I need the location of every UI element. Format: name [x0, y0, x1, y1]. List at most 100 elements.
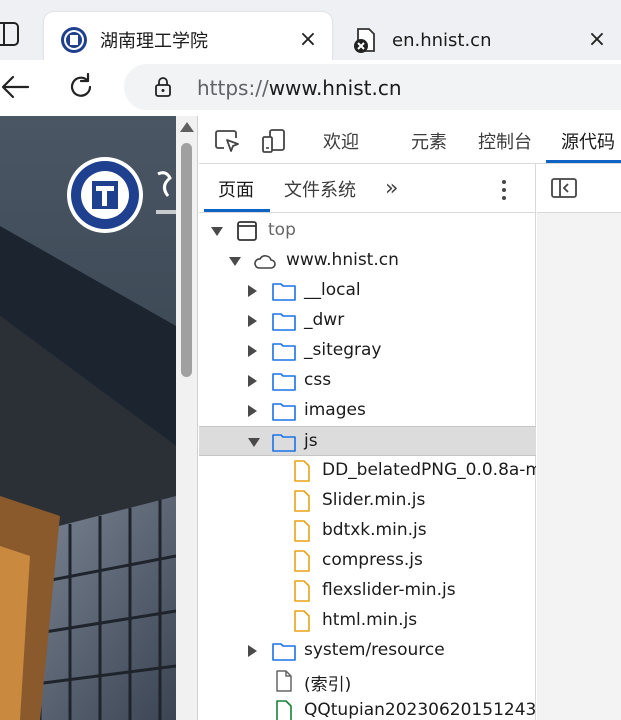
js-file-icon: [294, 460, 310, 482]
tree-item-label: html.min.js: [322, 610, 418, 630]
tree-item-label: images: [304, 400, 366, 420]
tree-item[interactable]: Slider.min.js: [199, 486, 536, 516]
tree-item[interactable]: flexslider-min.js: [199, 576, 536, 606]
back-arrow-icon[interactable]: [0, 72, 30, 102]
tab-filesystem[interactable]: 文件系统: [284, 176, 356, 202]
tree-item-label: _dwr: [304, 310, 345, 330]
more-tabs-chevron-icon[interactable]: »: [385, 176, 398, 201]
tree-item[interactable]: QQtupian20230620151243.jpg: [199, 696, 536, 720]
tree-item-label: Slider.min.js: [322, 490, 426, 510]
cloud-icon: [254, 255, 276, 269]
tab-actions-icon[interactable]: [0, 20, 22, 48]
tab-sources[interactable]: 源代码: [561, 128, 615, 154]
active-tab-indicator: [546, 160, 621, 163]
document-icon: [276, 670, 292, 692]
tab-close-icon[interactable]: ×: [296, 28, 320, 52]
tree-item-label: system/resource: [304, 640, 445, 660]
device-emulation-icon[interactable]: [261, 128, 287, 154]
js-file-icon: [294, 610, 310, 632]
js-file-icon: [294, 550, 310, 572]
folder-icon: [272, 373, 296, 391]
expand-arrow-down-icon[interactable]: [211, 227, 223, 236]
tree-item-label: _sitegray: [304, 340, 382, 360]
tree-item[interactable]: bdtxk.min.js: [199, 516, 536, 546]
tab-close-icon[interactable]: ×: [585, 28, 609, 52]
folder-icon: [272, 643, 296, 661]
lock-icon[interactable]: [152, 76, 174, 98]
tree-item[interactable]: system/resource: [199, 636, 536, 666]
tree-item[interactable]: (索引): [199, 666, 536, 696]
browser-tabstrip: 湖南理工学院 × en.hnist.cn ×: [0, 0, 621, 68]
folder-icon: [272, 434, 296, 452]
toggle-navigator-icon[interactable]: [551, 178, 577, 198]
url-host: www.hnist.cn: [268, 76, 402, 100]
tree-item-label: (索引): [304, 675, 352, 695]
expand-arrow-down-icon[interactable]: [229, 257, 241, 266]
folder-icon: [272, 283, 296, 301]
tree-item[interactable]: html.min.js: [199, 606, 536, 636]
expand-arrow-right-icon[interactable]: [248, 375, 257, 387]
tree-item[interactable]: __local: [199, 276, 536, 306]
page-error-favicon-icon: [354, 28, 375, 53]
expand-arrow-down-icon[interactable]: [248, 438, 260, 447]
tab-title: 湖南理工学院: [100, 31, 208, 52]
university-logo: [67, 157, 143, 233]
more-options-icon[interactable]: [497, 178, 511, 202]
tree-item[interactable]: css: [199, 366, 536, 396]
folder-icon: [272, 343, 296, 361]
tree-item-label: top: [268, 220, 296, 240]
navigator-active-indicator: [204, 209, 270, 212]
tree-item-label: bdtxk.min.js: [322, 520, 427, 540]
editor-pane: [537, 164, 621, 720]
tree-item-label: DD_belatedPNG_0.0.8a-min.js: [322, 460, 536, 480]
address-bar[interactable]: https://www.hnist.cn: [124, 64, 621, 110]
tree-item-label: compress.js: [322, 550, 423, 570]
tree-item-label: __local: [304, 280, 361, 300]
expand-arrow-right-icon[interactable]: [248, 345, 257, 357]
web-page-viewport[interactable]: [0, 116, 176, 720]
expand-arrow-right-icon[interactable]: [248, 315, 257, 327]
frame-icon: [237, 221, 257, 241]
folder-icon: [272, 403, 296, 421]
tab-page[interactable]: 页面: [218, 176, 254, 202]
tree-item[interactable]: DD_belatedPNG_0.0.8a-min.js: [199, 456, 536, 486]
tree-item[interactable]: js: [199, 426, 536, 456]
url-scheme: https://: [197, 76, 269, 100]
scroll-up-icon[interactable]: [180, 122, 194, 132]
tree-item-label: css: [304, 370, 332, 390]
hnist-favicon-icon: [61, 27, 87, 53]
image-file-icon: [276, 700, 292, 720]
address-url[interactable]: https://www.hnist.cn: [197, 76, 402, 100]
expand-arrow-right-icon[interactable]: [248, 285, 257, 297]
scrollbar-thumb[interactable]: [181, 143, 192, 377]
browser-toolbar: https://www.hnist.cn: [0, 60, 621, 116]
tree-item[interactable]: top: [199, 216, 536, 246]
tab-elements[interactable]: 元素: [411, 128, 447, 154]
js-file-icon: [294, 580, 310, 602]
tree-item-label: flexslider-min.js: [322, 580, 456, 600]
tree-item-label: QQtupian20230620151243.jpg: [304, 700, 536, 720]
expand-arrow-right-icon[interactable]: [248, 645, 257, 657]
editor-body: [537, 213, 621, 720]
expand-arrow-right-icon[interactable]: [248, 405, 257, 417]
navigator-tabbar: 页面 文件系统 »: [199, 164, 536, 213]
logo-wordmark: [156, 171, 176, 214]
editor-toolbar: [537, 164, 621, 213]
tree-item-label: js: [304, 431, 318, 451]
tree-item[interactable]: _sitegray: [199, 336, 536, 366]
tab-console[interactable]: 控制台: [478, 128, 532, 154]
reload-icon[interactable]: [66, 72, 96, 102]
tree-item[interactable]: www.hnist.cn: [199, 246, 536, 276]
tab-welcome[interactable]: 欢迎: [323, 128, 359, 154]
devtools-tabbar: 欢迎 元素 控制台 源代码: [199, 116, 621, 164]
inspect-element-icon[interactable]: [214, 128, 240, 154]
tree-item[interactable]: _dwr: [199, 306, 536, 336]
tree-item[interactable]: images: [199, 396, 536, 426]
js-file-icon: [294, 490, 310, 512]
devtools-panel: 欢迎 元素 控制台 源代码 页面 文件系统 » top www.hnist.cn _…: [199, 116, 621, 720]
folder-icon: [272, 313, 296, 331]
js-file-icon: [294, 520, 310, 542]
page-scrollbar[interactable]: [176, 116, 198, 720]
tree-item[interactable]: compress.js: [199, 546, 536, 576]
tab-title: en.hnist.cn: [392, 29, 492, 51]
